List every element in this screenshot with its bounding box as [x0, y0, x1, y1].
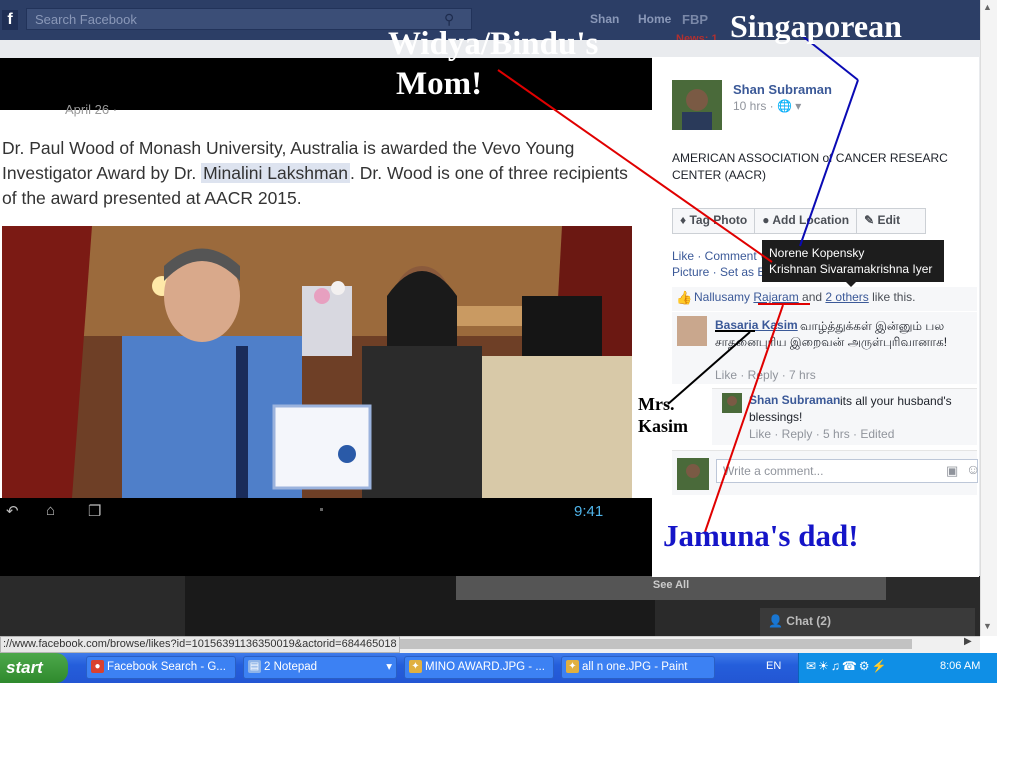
task-notepad[interactable]: ▤ 2 Notepad ▾	[243, 656, 397, 679]
language-indicator[interactable]: EN	[766, 660, 781, 672]
task-paint-allnone-label: all n one.JPG - Paint	[582, 661, 688, 673]
tray-icons[interactable]: ✉☀♫☎⚙⚡	[806, 659, 888, 673]
status-url: ://www.facebook.com/browse/likes?id=1015…	[0, 636, 400, 653]
singaporean-pointer-line-2	[799, 79, 859, 247]
annotation-singaporean: Singaporean	[730, 8, 902, 44]
task-chrome-label: Facebook Search - G...	[107, 661, 226, 673]
notepad-icon: ▤	[248, 660, 261, 673]
group-arrow-icon: ▾	[386, 661, 392, 673]
annotation-widya: Widya/Bindu's Mom!	[388, 24, 598, 104]
task-notepad-label: 2 Notepad	[264, 661, 318, 673]
taskbar-clock: 8:06 AM	[940, 660, 981, 672]
annotation-jamuna: Jamuna's dad!	[663, 518, 859, 553]
scroll-right-arrow-icon[interactable]: ▶	[964, 636, 972, 647]
paint-icon: ✦	[566, 660, 579, 673]
vertical-scrollbar[interactable]	[980, 0, 997, 636]
task-paint-mino-label: MINO AWARD.JPG - ...	[425, 661, 545, 673]
task-paint-mino[interactable]: ✦ MINO AWARD.JPG - ...	[404, 656, 554, 679]
annotation-kasim-line1: Mrs.	[638, 394, 675, 414]
annotation-kasim: Mrs. Kasim	[638, 393, 688, 437]
annotation-kasim-line2: Kasim	[638, 416, 689, 436]
jamuna-pointer-line	[704, 304, 784, 533]
chrome-icon: ●	[91, 660, 104, 673]
task-paint-allnone[interactable]: ✦ all n one.JPG - Paint	[561, 656, 715, 679]
annotation-widya-line2: Mom!	[396, 66, 483, 102]
scroll-up-arrow-icon[interactable]: ▲	[983, 2, 992, 12]
task-chrome[interactable]: ● Facebook Search - G...	[86, 656, 236, 679]
start-button[interactable]: start	[0, 653, 68, 683]
annotation-widya-line1: Widya/Bindu's	[388, 26, 599, 62]
paint-icon: ✦	[409, 660, 422, 673]
scroll-down-arrow-icon[interactable]: ▼	[983, 621, 992, 631]
horizontal-scrollbar-thumb[interactable]	[400, 639, 912, 649]
